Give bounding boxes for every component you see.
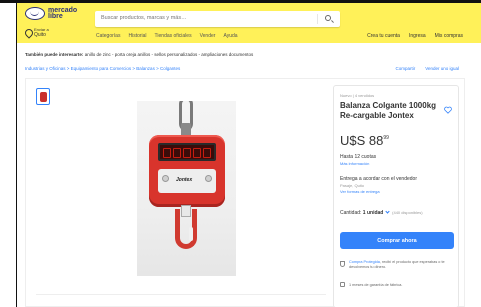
product-price: U$S 8899 — [340, 133, 389, 148]
location-pin-icon — [25, 29, 31, 37]
related-prefix: También puede interesarte: — [25, 52, 84, 57]
condition-sold: Nuevo | 4 vendidos — [340, 93, 375, 98]
buy-box: Nuevo | 4 vendidos Balanza Colgante 1000… — [333, 85, 459, 307]
nav-sell[interactable]: Vender — [200, 33, 216, 39]
nav-history[interactable]: Historial — [128, 33, 146, 39]
pickup-location: Pasaje, Quito — [340, 183, 365, 188]
my-purchases-link[interactable]: Mis compras — [435, 33, 463, 39]
nav-categories[interactable]: Categorías — [96, 33, 120, 39]
warranty-icon — [340, 282, 345, 287]
quantity-value[interactable]: 1 unidad — [363, 210, 384, 216]
related-items[interactable]: anillo de zinc - porta oreja anillos - s… — [85, 52, 254, 57]
protection-text: Compra Protegida, recibí el producto que… — [349, 260, 454, 270]
location-text: Enviar a Quito — [34, 27, 49, 38]
scale-button — [162, 175, 169, 182]
scale-bottom-hook — [175, 209, 197, 249]
share-links: Compartir Vender uno igual — [395, 66, 459, 71]
installments: Hasta 12 cuotas — [340, 154, 377, 160]
login-link[interactable]: Ingresa — [409, 33, 426, 39]
chevron-down-icon[interactable] — [385, 209, 390, 214]
breadcrumb[interactable]: Industrias y Oficinas > Equipamiento par… — [25, 66, 180, 71]
delivery-location[interactable]: Enviar a Quito — [25, 27, 49, 38]
main-nav: Categorías Historial Tiendas oficiales V… — [96, 33, 238, 39]
shield-icon — [340, 261, 345, 267]
window-top-edge — [0, 0, 481, 3]
price-main: U$S 88 — [340, 133, 384, 148]
purchase-protection: Compra Protegida, recibí el producto que… — [340, 260, 454, 270]
logo-text: mercado libre — [48, 7, 78, 20]
scale-brand-label: Jontex — [176, 177, 193, 183]
protected-purchase-link[interactable]: Compra Protegida — [349, 260, 380, 264]
product-title: Balanza Colgante 1000kg Re-cargable Jont… — [340, 101, 437, 120]
available-count: (440 disponibles) — [392, 210, 423, 215]
digit-segment — [193, 148, 201, 158]
warranty-text: 1 meses de garantía de fábrica. — [349, 282, 403, 287]
sell-same-link[interactable]: Vender uno igual — [425, 66, 459, 71]
handshake-logo-icon — [25, 7, 45, 20]
section-divider — [36, 294, 326, 295]
search-input[interactable] — [101, 15, 301, 21]
related-searches: También puede interesarte: anillo de zin… — [25, 52, 253, 57]
scale-display — [158, 143, 216, 161]
window-left-edge — [0, 0, 17, 307]
product-card: Jontex Nuevo | 4 vendidos Balanza Colgan… — [25, 78, 465, 307]
scale-button — [205, 175, 212, 182]
digit-segment — [173, 148, 181, 158]
digit-segment — [183, 148, 191, 158]
location-city: Quito — [34, 31, 46, 38]
more-info-link[interactable]: Más información — [340, 161, 369, 166]
digit-segment — [163, 148, 171, 158]
mercadolibre-logo[interactable]: mercado libre — [25, 7, 78, 20]
thumbnail-image — [40, 92, 47, 102]
product-thumbnail[interactable] — [36, 88, 50, 105]
nav-official-stores[interactable]: Tiendas oficiales — [155, 33, 192, 39]
site-header: mercado libre Enviar a Quito Categorías … — [17, 3, 481, 43]
quantity-label: Cantidad: — [340, 210, 362, 216]
logo-line-2: libre — [48, 12, 63, 20]
share-link[interactable]: Compartir — [395, 66, 415, 71]
price-cents: 99 — [383, 135, 389, 141]
hook-latch — [189, 227, 193, 241]
quantity-selector[interactable]: Cantidad: 1 unidad (440 disponibles) — [340, 209, 423, 216]
digit-segment — [203, 148, 211, 158]
search-icon[interactable] — [325, 15, 331, 21]
user-nav: Crea tu cuenta Ingresa Mis compras — [367, 33, 463, 39]
nav-help[interactable]: Ayuda — [223, 33, 237, 39]
product-main-image[interactable]: Jontex — [137, 101, 236, 276]
create-account-link[interactable]: Crea tu cuenta — [367, 33, 400, 39]
delivery-options-link[interactable]: Ver formas de entrega — [340, 189, 380, 194]
search-bar — [95, 11, 340, 27]
search-divider — [317, 14, 318, 24]
scale-panel: Jontex — [158, 169, 216, 193]
buy-now-button[interactable]: Comprar ahora — [340, 232, 454, 249]
scale-body: Jontex — [149, 135, 225, 207]
delivery-info: Entrega a acordar con el vendedor — [340, 176, 417, 182]
scale-digits — [163, 148, 211, 158]
heart-icon[interactable] — [444, 101, 452, 114]
warranty: 1 meses de garantía de fábrica. — [340, 282, 402, 287]
